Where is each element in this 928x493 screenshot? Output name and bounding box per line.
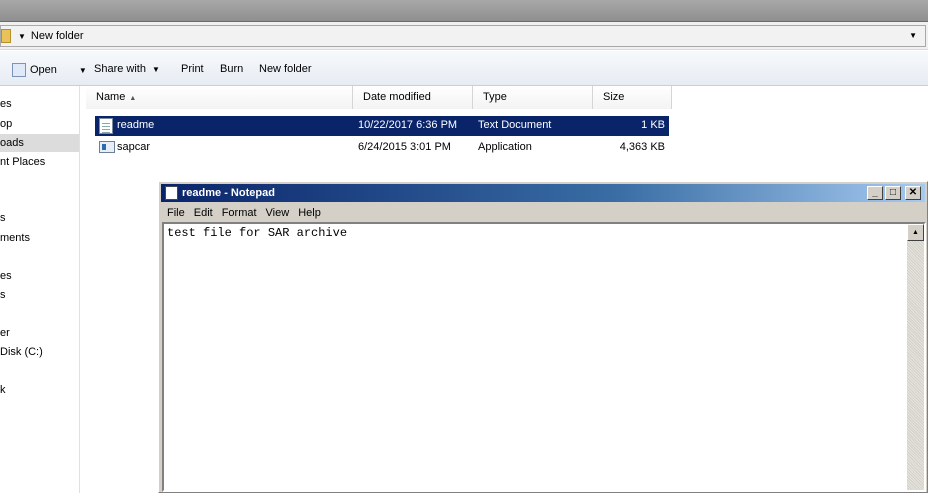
scroll-up-icon[interactable]: ▲	[907, 224, 924, 241]
file-row-sapcar[interactable]: sapcar 6/24/2015 3:01 PM Application 4,3…	[95, 138, 669, 158]
chevron-down-icon: ▼	[151, 64, 160, 74]
new-folder-button[interactable]: New folder	[259, 63, 312, 75]
nav-item[interactable]: es	[0, 267, 79, 285]
menu-view[interactable]: View	[266, 207, 290, 219]
application-icon	[99, 141, 115, 153]
menu-help[interactable]: Help	[298, 207, 321, 219]
column-headers: Name ▲ Date modified Type Size	[86, 86, 928, 109]
minimize-button[interactable]: _	[867, 186, 883, 200]
burn-button[interactable]: Burn	[220, 63, 243, 75]
menu-file[interactable]: File	[167, 207, 185, 219]
nav-item[interactable]: k	[0, 381, 79, 399]
maximize-button[interactable]: □	[885, 186, 901, 200]
navigation-pane: es op oads nt Places s ments es s er Dis…	[0, 86, 80, 493]
menu-edit[interactable]: Edit	[194, 207, 213, 219]
open-dropdown-icon[interactable]: ▼	[79, 66, 87, 75]
folder-icon	[1, 29, 11, 43]
window-controls: _ □ ✕	[867, 186, 921, 200]
sort-up-icon: ▲	[129, 95, 137, 102]
file-name: sapcar	[117, 141, 151, 153]
address-box[interactable]: ▼ New folder ▼	[0, 25, 926, 47]
file-name: readme	[117, 119, 155, 131]
close-button[interactable]: ✕	[905, 186, 921, 200]
column-header-name[interactable]: Name ▲	[86, 86, 353, 109]
open-label: Open	[30, 64, 57, 76]
notepad-menubar: File Edit Format View Help	[161, 203, 324, 222]
print-button[interactable]: Print	[181, 63, 204, 75]
file-size: 1 KB	[641, 119, 665, 131]
column-header-type[interactable]: Type	[473, 86, 593, 109]
file-date: 6/24/2015 3:01 PM	[358, 141, 451, 153]
nav-item-downloads[interactable]: oads	[0, 134, 79, 152]
new-folder-label: New folder	[259, 63, 312, 75]
address-bar: ▼ New folder ▼	[0, 22, 928, 50]
command-bar: Open ▼ Share with ▼ Print Burn New folde…	[0, 51, 928, 86]
notepad-text-area[interactable]: test file for SAR archive ▲	[162, 222, 926, 492]
notepad-content: test file for SAR archive	[167, 226, 348, 240]
file-size: 4,363 KB	[619, 141, 665, 153]
nav-item[interactable]: nt Places	[0, 153, 79, 171]
text-document-icon	[99, 118, 113, 134]
explorer-titlebar	[0, 0, 928, 22]
nav-item[interactable]: s	[0, 209, 79, 227]
share-label: Share with	[94, 63, 146, 75]
vertical-scrollbar[interactable]: ▲	[907, 224, 924, 490]
file-type: Text Document	[478, 119, 552, 131]
open-icon	[12, 63, 26, 77]
menu-format[interactable]: Format	[222, 207, 257, 219]
chevron-down-icon[interactable]: ▼	[18, 32, 26, 41]
address-path[interactable]: New folder	[31, 30, 84, 42]
file-date: 10/22/2017 6:36 PM	[358, 119, 458, 131]
column-header-date[interactable]: Date modified	[353, 86, 473, 109]
share-with-button[interactable]: Share with ▼	[94, 63, 160, 75]
file-type: Application	[478, 141, 532, 153]
nav-item-disk-c[interactable]: Disk (C:)	[0, 343, 79, 361]
nav-item[interactable]: es	[0, 95, 79, 113]
notepad-icon	[165, 186, 178, 200]
notepad-window: readme - Notepad _ □ ✕ File Edit Format …	[158, 181, 928, 493]
file-row-readme[interactable]: readme 10/22/2017 6:36 PM Text Document …	[95, 116, 669, 136]
column-header-size[interactable]: Size	[593, 86, 672, 109]
burn-label: Burn	[220, 63, 244, 75]
nav-item[interactable]: op	[0, 115, 79, 133]
column-name-label: Name	[96, 91, 126, 103]
nav-item[interactable]: ments	[0, 229, 79, 247]
notepad-title: readme - Notepad	[182, 187, 275, 199]
address-dropdown-icon[interactable]: ▼	[909, 31, 917, 40]
notepad-titlebar[interactable]: readme - Notepad _ □ ✕	[161, 184, 925, 202]
print-label: Print	[181, 63, 204, 75]
nav-item[interactable]: s	[0, 286, 79, 304]
nav-item[interactable]: er	[0, 324, 79, 342]
open-button[interactable]: Open ▼	[12, 63, 87, 77]
